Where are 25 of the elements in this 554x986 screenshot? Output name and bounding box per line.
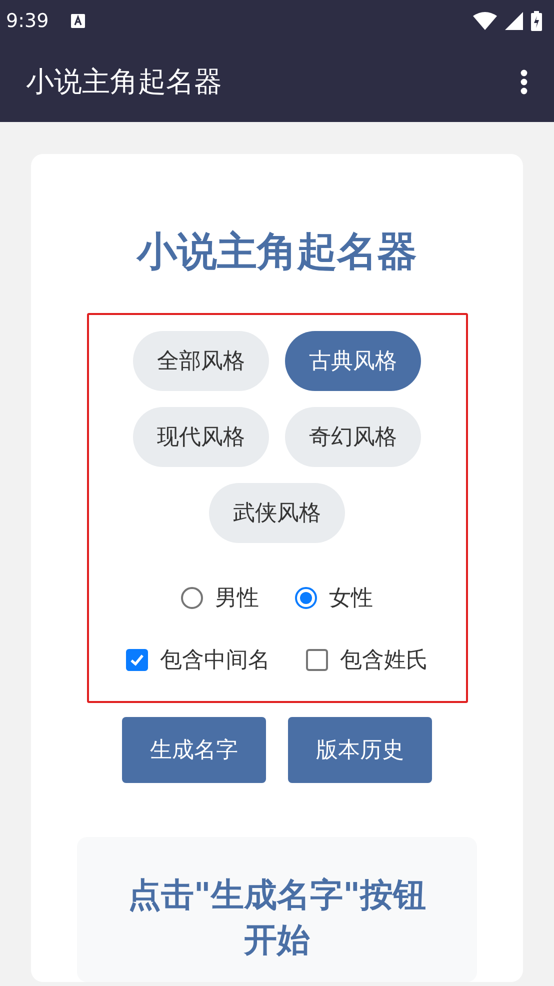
battery-icon xyxy=(531,11,542,31)
style-chip[interactable]: 武侠风格 xyxy=(209,483,345,543)
radio-button[interactable] xyxy=(181,587,203,609)
status-time: 9:39 xyxy=(6,10,49,32)
result-message: 点击"生成名字"按钮开始 xyxy=(126,874,428,961)
style-chip[interactable]: 奇幻风格 xyxy=(285,407,421,467)
checkbox-label: 包含姓氏 xyxy=(340,647,428,675)
app-title: 小说主角起名器 xyxy=(26,64,222,100)
style-chip[interactable]: 现代风格 xyxy=(133,407,269,467)
radio-label: 女性 xyxy=(329,585,373,613)
keyboard-icon xyxy=(70,14,85,28)
checkbox[interactable] xyxy=(126,649,148,671)
checkbox[interactable] xyxy=(306,649,328,671)
style-chip[interactable]: 古典风格 xyxy=(285,331,421,391)
more-icon xyxy=(520,69,528,95)
page-title: 小说主角起名器 xyxy=(137,228,417,277)
check-icon xyxy=(129,652,145,668)
signal-icon xyxy=(505,12,523,30)
history-button[interactable]: 版本历史 xyxy=(288,717,432,783)
checkbox-label: 包含中间名 xyxy=(160,647,270,675)
generate-button[interactable]: 生成名字 xyxy=(122,717,266,783)
wifi-icon xyxy=(473,12,497,30)
radio-button[interactable] xyxy=(295,587,317,609)
style-chip[interactable]: 全部风格 xyxy=(133,331,269,391)
radio-label: 男性 xyxy=(215,585,259,613)
